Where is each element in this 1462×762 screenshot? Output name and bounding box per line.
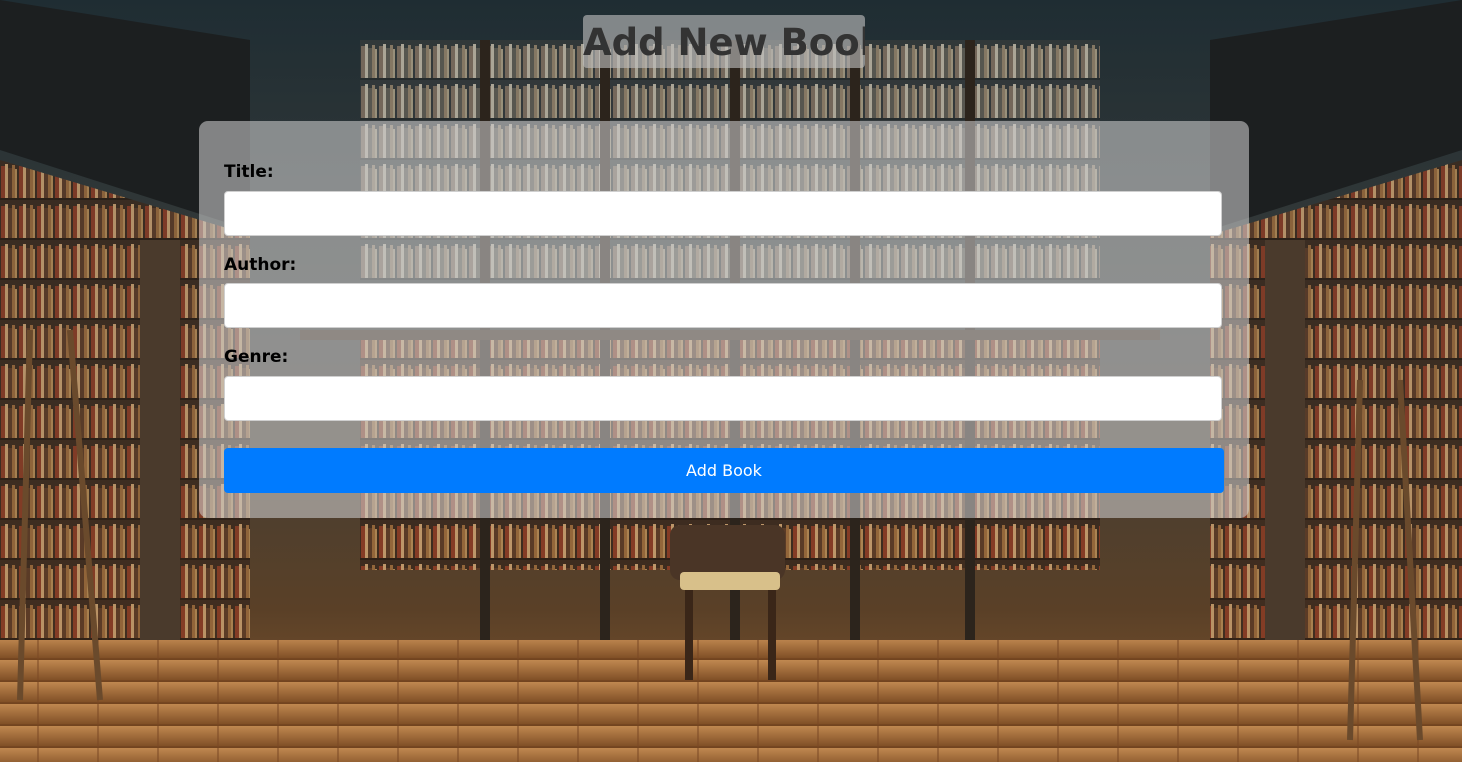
page-title: Add New Book bbox=[583, 15, 865, 68]
title-input[interactable] bbox=[224, 191, 1222, 236]
title-label: Title: bbox=[224, 162, 274, 182]
add-book-button[interactable]: Add Book bbox=[224, 448, 1224, 493]
genre-input[interactable] bbox=[224, 376, 1222, 421]
author-label: Author: bbox=[224, 255, 297, 275]
author-input[interactable] bbox=[224, 283, 1222, 328]
genre-label: Genre: bbox=[224, 347, 289, 367]
add-book-form: Title: Author: Genre: Add Book bbox=[199, 121, 1249, 518]
